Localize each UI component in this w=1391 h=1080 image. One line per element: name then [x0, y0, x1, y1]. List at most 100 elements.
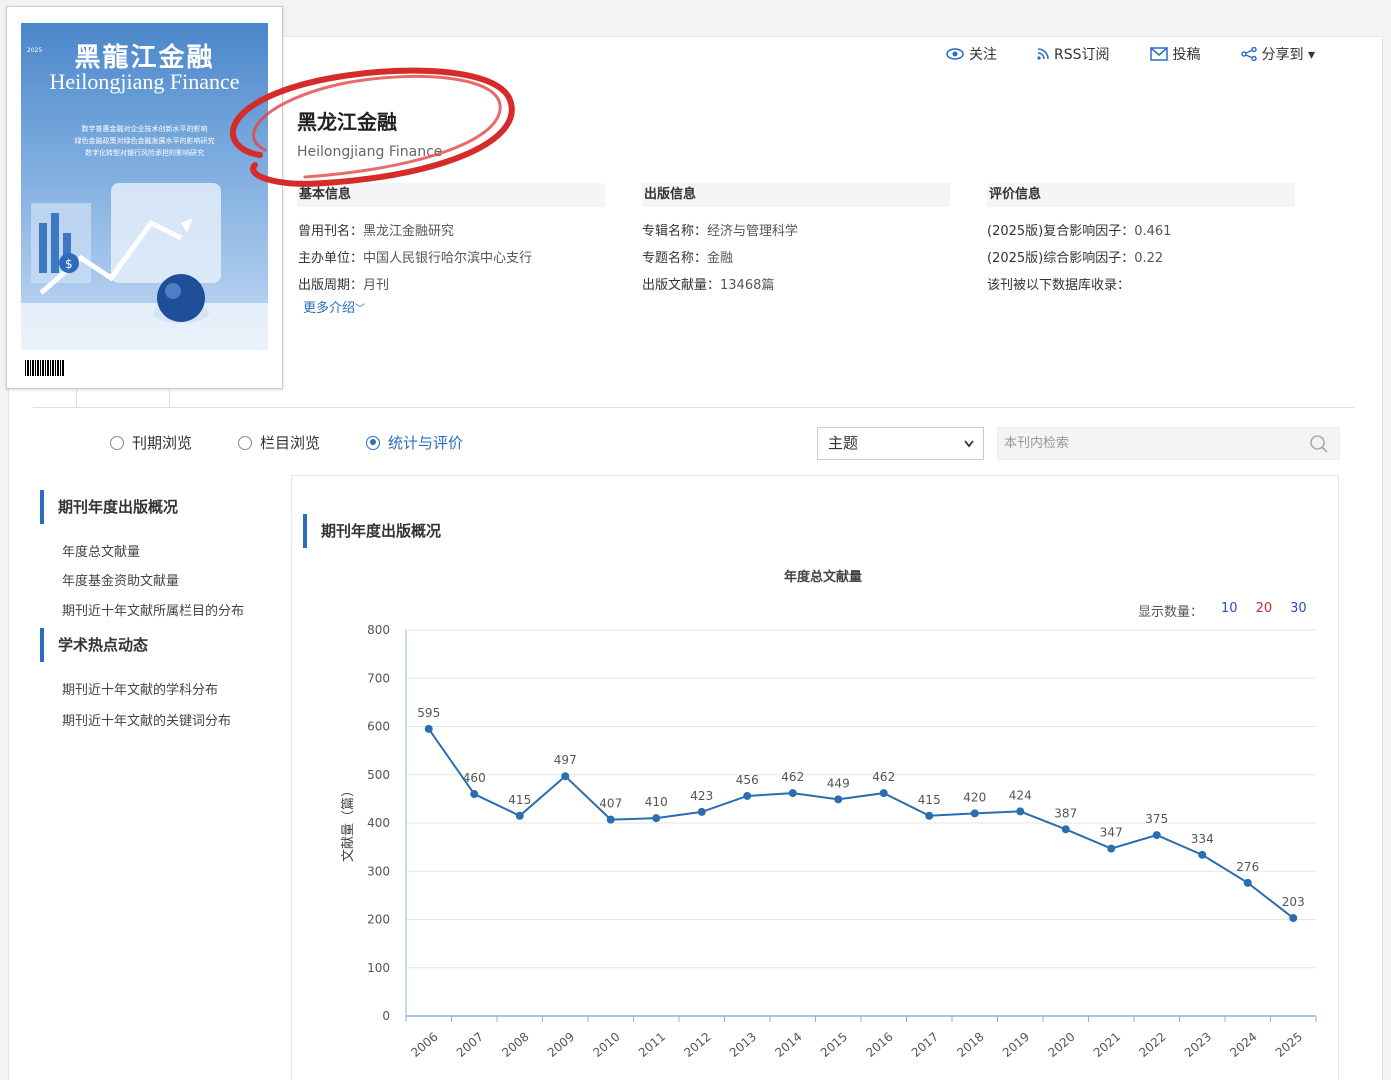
y-tick-label: 300: [367, 864, 390, 878]
search-input[interactable]: [998, 428, 1288, 459]
data-label: 460: [463, 771, 486, 785]
y-tick-label: 500: [367, 768, 390, 782]
former-name-row: 曾用刊名：黑龙江金融研究: [298, 224, 455, 239]
x-tick-label: 2012: [681, 1030, 713, 1060]
x-tick-label: 2009: [545, 1030, 577, 1060]
article-count-row: 出版文献量：13468篇: [642, 278, 775, 293]
search-icon[interactable]: [1309, 434, 1329, 454]
data-point: [970, 809, 979, 818]
data-label: 595: [417, 706, 440, 720]
x-tick-label: 2007: [454, 1030, 486, 1060]
data-label: 203: [1282, 895, 1305, 909]
data-label: 407: [599, 797, 622, 811]
evaluation-info-heading: 评价信息: [987, 183, 1295, 207]
data-label: 420: [963, 790, 986, 804]
action-bar: 关注 RSS订阅 投稿 分享到 ▾: [946, 44, 1355, 64]
comprehensive-if-row: (2025版)综合影响因子：0.22: [987, 251, 1164, 266]
nav-section-hot-topics[interactable]: 学术热点动态: [40, 628, 148, 662]
nav-item-keyword-distribution[interactable]: 期刊近十年文献的关键词分布: [62, 710, 231, 729]
barcode-icon: [25, 360, 65, 376]
tab-issue-browse[interactable]: 刊期浏览: [110, 432, 192, 453]
y-tick-label: 200: [367, 913, 390, 927]
nav-item-subject-distribution[interactable]: 期刊近十年文献的学科分布: [62, 679, 218, 698]
rss-icon: [1037, 48, 1049, 60]
data-point: [697, 807, 706, 816]
data-label: 423: [690, 789, 713, 803]
x-tick-label: 2010: [590, 1030, 622, 1060]
radio-checked-icon: [366, 435, 381, 450]
topic-row: 专题名称：金融: [642, 251, 734, 266]
x-tick-label: 2017: [909, 1030, 941, 1060]
share-button[interactable]: 分享到 ▾: [1240, 44, 1315, 64]
x-tick-label: 2019: [1000, 1030, 1032, 1060]
chart-title: 年度总文献量: [783, 570, 862, 585]
x-tick-label: 2025: [1273, 1030, 1305, 1060]
tab-statistics[interactable]: 统计与评价: [366, 432, 463, 453]
section-divider: [33, 407, 1355, 408]
data-point: [743, 791, 752, 800]
data-point: [1152, 831, 1161, 840]
nav-item-column-distribution[interactable]: 期刊近十年文献所属栏目的分布: [62, 600, 244, 619]
data-label: 415: [918, 793, 941, 807]
x-tick-label: 2020: [1045, 1030, 1077, 1060]
rss-button[interactable]: RSS订阅: [1037, 44, 1110, 64]
cover-title-en: Heilongjiang Finance: [49, 69, 240, 94]
data-point: [1107, 844, 1116, 853]
album-row: 专辑名称：经济与管理科学: [642, 224, 799, 239]
x-tick-label: 2023: [1182, 1030, 1214, 1060]
basic-info-heading: 基本信息: [297, 183, 605, 207]
data-point: [1061, 825, 1070, 834]
in-journal-search: [997, 427, 1340, 460]
journal-title: 黑龙江金融: [297, 110, 397, 134]
cover-finance-illustration: $: [21, 183, 268, 353]
data-point: [1289, 914, 1298, 923]
chevron-down-icon: [964, 440, 974, 448]
data-label: 334: [1191, 832, 1214, 846]
data-point: [1198, 850, 1207, 859]
data-point: [834, 795, 843, 804]
publication-info-heading: 出版信息: [642, 183, 950, 207]
x-tick-label: 2024: [1227, 1030, 1259, 1060]
x-tick-label: 2014: [772, 1030, 804, 1060]
y-axis-label: 文献量（篇）: [341, 784, 356, 862]
data-label: 415: [508, 793, 531, 807]
eye-icon: [946, 48, 964, 60]
data-label: 375: [1145, 812, 1168, 826]
data-point: [515, 811, 524, 820]
data-point: [652, 814, 661, 823]
more-intro-link[interactable]: 更多介绍﹀: [303, 297, 365, 316]
data-point: [1016, 807, 1025, 816]
search-field-select[interactable]: 主题: [817, 427, 984, 460]
tab-column-browse[interactable]: 栏目浏览: [238, 432, 320, 453]
submit-manuscript-button[interactable]: 投稿: [1149, 44, 1201, 64]
data-label: 449: [827, 776, 850, 790]
data-label: 456: [736, 773, 759, 787]
data-label: 424: [1009, 788, 1032, 802]
x-tick-label: 2018: [954, 1030, 986, 1060]
y-tick-label: 600: [367, 720, 390, 734]
x-tick-label: 2022: [1136, 1030, 1168, 1060]
x-tick-label: 2021: [1091, 1030, 1123, 1060]
data-label: 276: [1236, 860, 1259, 874]
y-tick-label: 700: [367, 671, 390, 685]
composite-if-row: (2025版)复合影响因子：0.461: [987, 224, 1172, 239]
sponsor-row: 主办单位：中国人民银行哈尔滨中心支行: [298, 251, 533, 266]
nav-section-annual-overview[interactable]: 期刊年度出版概况: [40, 490, 178, 524]
follow-button[interactable]: 关注: [946, 44, 997, 64]
nav-item-funded-articles[interactable]: 年度基金资助文献量: [62, 570, 179, 589]
nav-item-total-articles[interactable]: 年度总文献量: [62, 541, 140, 560]
cover-artwork: 2025 黑龍江金融 Heilongjiang Finance 数字普惠金融对企…: [21, 23, 268, 388]
x-tick-label: 2015: [818, 1030, 850, 1060]
journal-title-en: Heilongjiang Finance: [297, 144, 443, 160]
annual-articles-line-chart: 0 100 200 300 400 500 600 700 800 2006 2007 2008 200…: [341, 623, 1317, 1060]
cover-footer: [21, 350, 268, 388]
frequency-row: 出版周期：月刊: [298, 278, 390, 293]
y-tick-label: 100: [367, 961, 390, 975]
data-label: 410: [645, 795, 668, 809]
y-tick-label: 800: [367, 623, 390, 637]
panel-heading: 期刊年度出版概况: [303, 514, 441, 548]
share-icon: [1240, 47, 1257, 61]
data-label: 347: [1100, 826, 1123, 840]
data-point: [561, 772, 570, 781]
radio-icon: [238, 435, 253, 450]
